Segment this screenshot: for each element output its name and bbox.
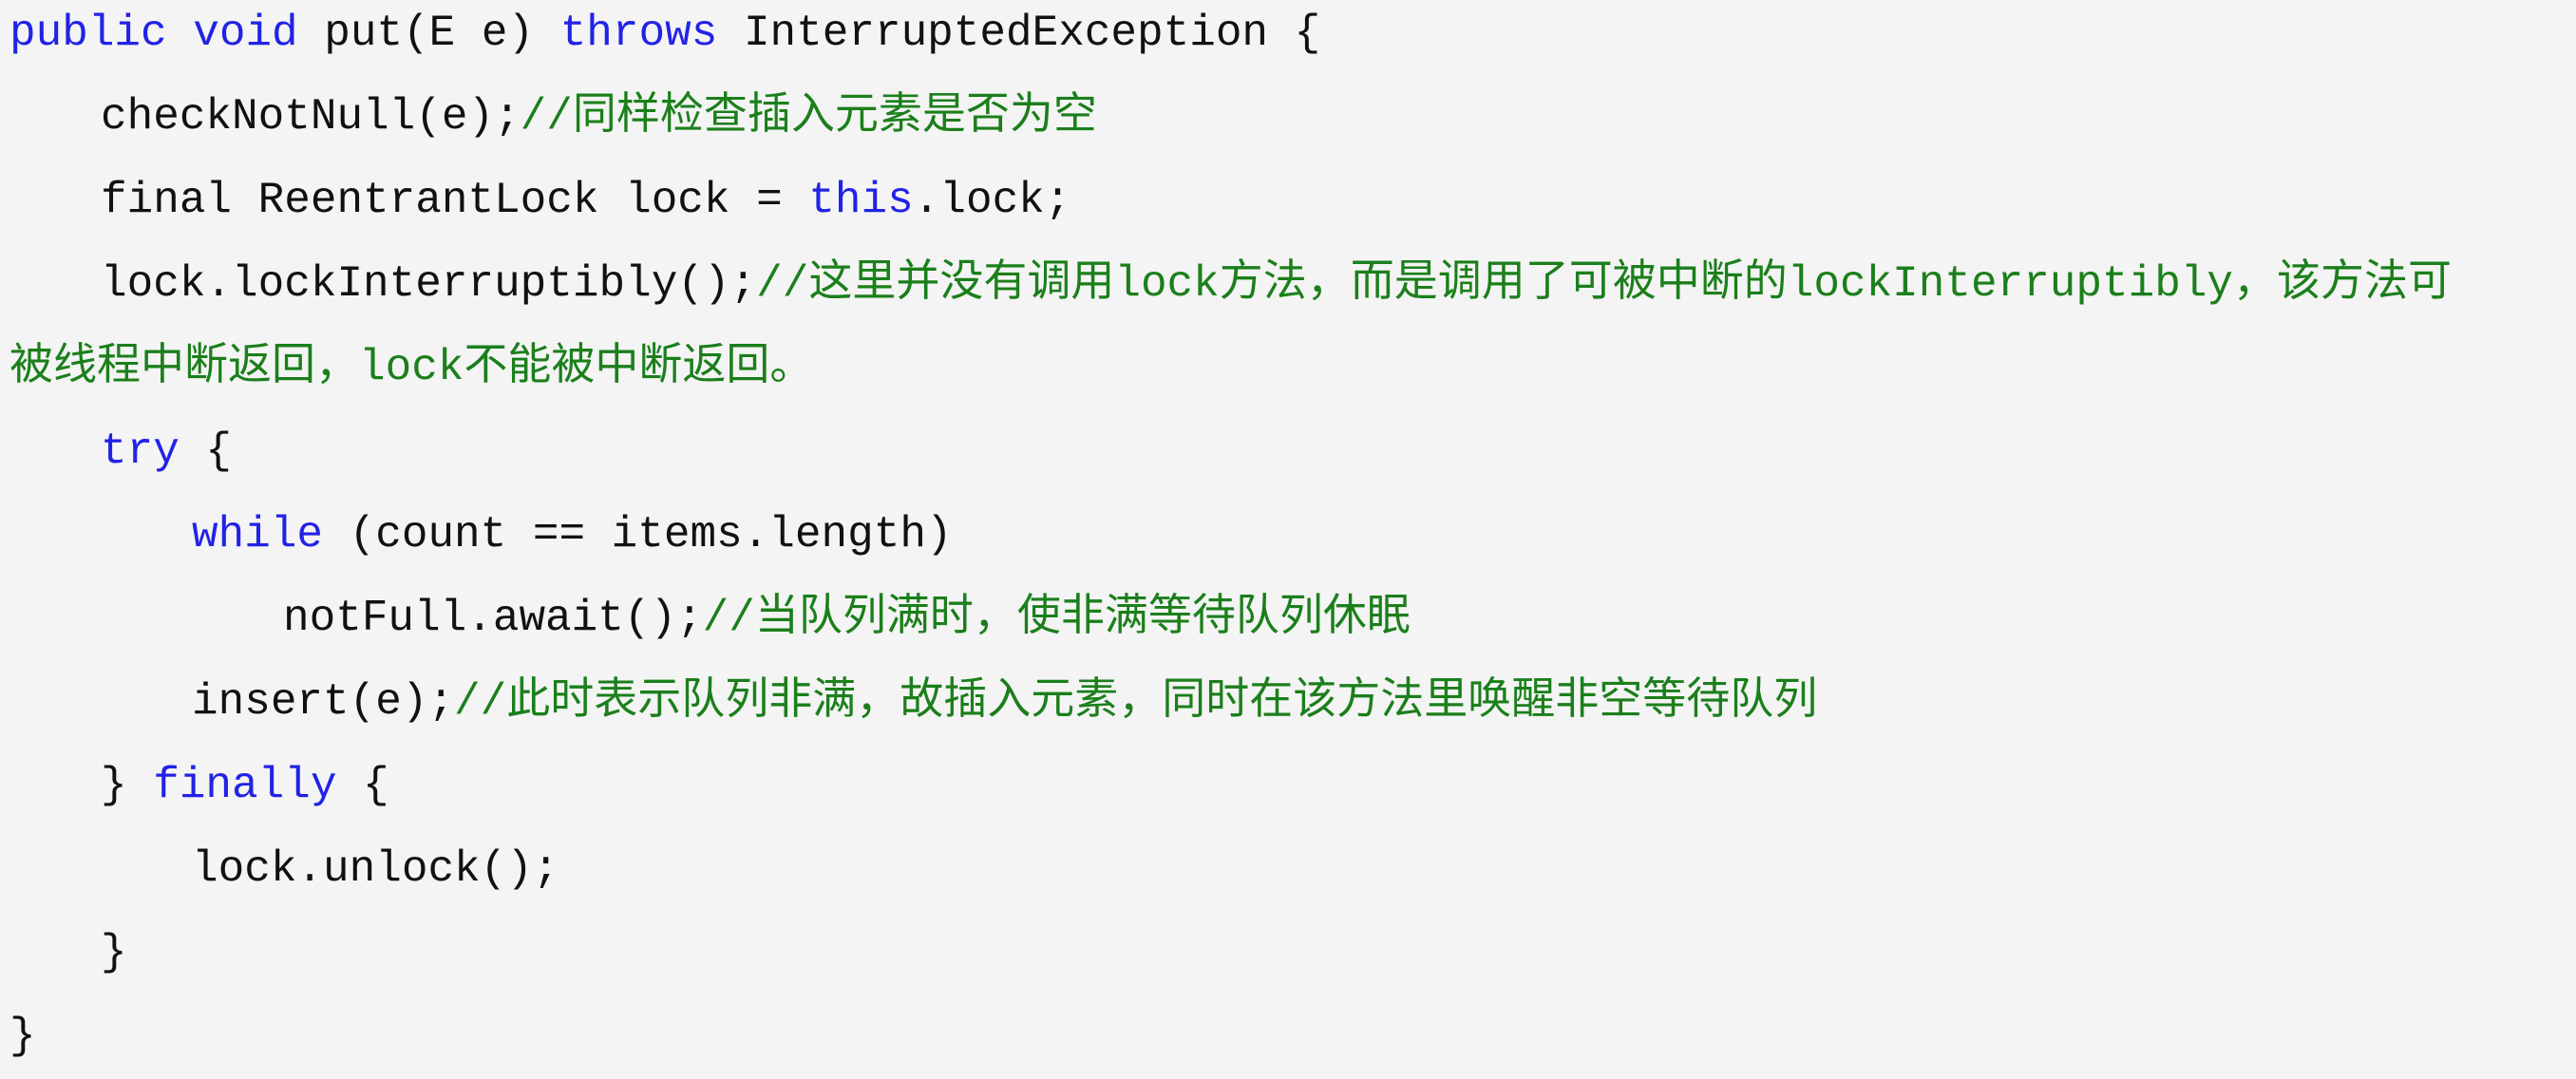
code-text: checkNotNull(e); [101,92,521,142]
code-text: } [9,1012,36,1061]
code-text: insert(e); [192,677,455,727]
code-line: } [9,994,2565,1078]
code-comment: //此时表示队列非满，故插入元素，同时在该方法里唤醒非空等待队列 [454,677,1818,727]
code-comment: 被线程中断返回，lock不能被中断返回。 [9,343,814,392]
code-comment: //同样检查插入元素是否为空 [520,92,1097,142]
code-keyword: public void [9,9,298,58]
code-keyword: this [808,176,914,225]
code-keyword: throws [559,9,718,58]
code-keyword: finally [153,761,337,810]
code-line: 被线程中断返回，lock不能被中断返回。 [9,326,2565,409]
code-comment: //当队列满时，使非满等待队列休眠 [702,594,1411,643]
code-line: lock.unlock(); [9,827,2565,911]
code-block: public void put(E e) throws InterruptedE… [9,0,2565,1078]
code-text: final ReentrantLock lock = [101,176,809,225]
code-line: insert(e);//此时表示队列非满，故插入元素，同时在该方法里唤醒非空等待… [9,660,2565,744]
code-keyword: try [101,426,180,476]
code-line: } finally { [9,744,2565,827]
code-line: checkNotNull(e);//同样检查插入元素是否为空 [9,75,2565,159]
code-text: lock.unlock(); [192,844,559,894]
code-line: try { [9,409,2565,493]
code-text: } [101,928,127,977]
code-line: public void put(E e) throws InterruptedE… [9,0,2565,75]
code-line: } [9,911,2565,994]
code-keyword: while [192,510,324,559]
code-text: } [101,761,154,810]
code-text: (count == items.length) [323,510,953,559]
code-text: put(E e) [297,9,560,58]
code-text: { [336,761,389,810]
code-line: while (count == items.length) [9,493,2565,577]
code-text: lock.lockInterruptibly(); [101,259,757,309]
code-line: final ReentrantLock lock = this.lock; [9,159,2565,242]
code-text: { [179,426,233,476]
code-line: notFull.await();//当队列满时，使非满等待队列休眠 [9,577,2565,660]
code-comment: //这里并没有调用lock方法，而是调用了可被中断的lockInterrupti… [756,259,2453,309]
code-line: lock.lockInterruptibly();//这里并没有调用lock方法… [9,242,2565,326]
code-text: notFull.await(); [283,594,703,643]
code-text: InterruptedException { [717,9,1321,58]
code-text: .lock; [913,176,1071,225]
